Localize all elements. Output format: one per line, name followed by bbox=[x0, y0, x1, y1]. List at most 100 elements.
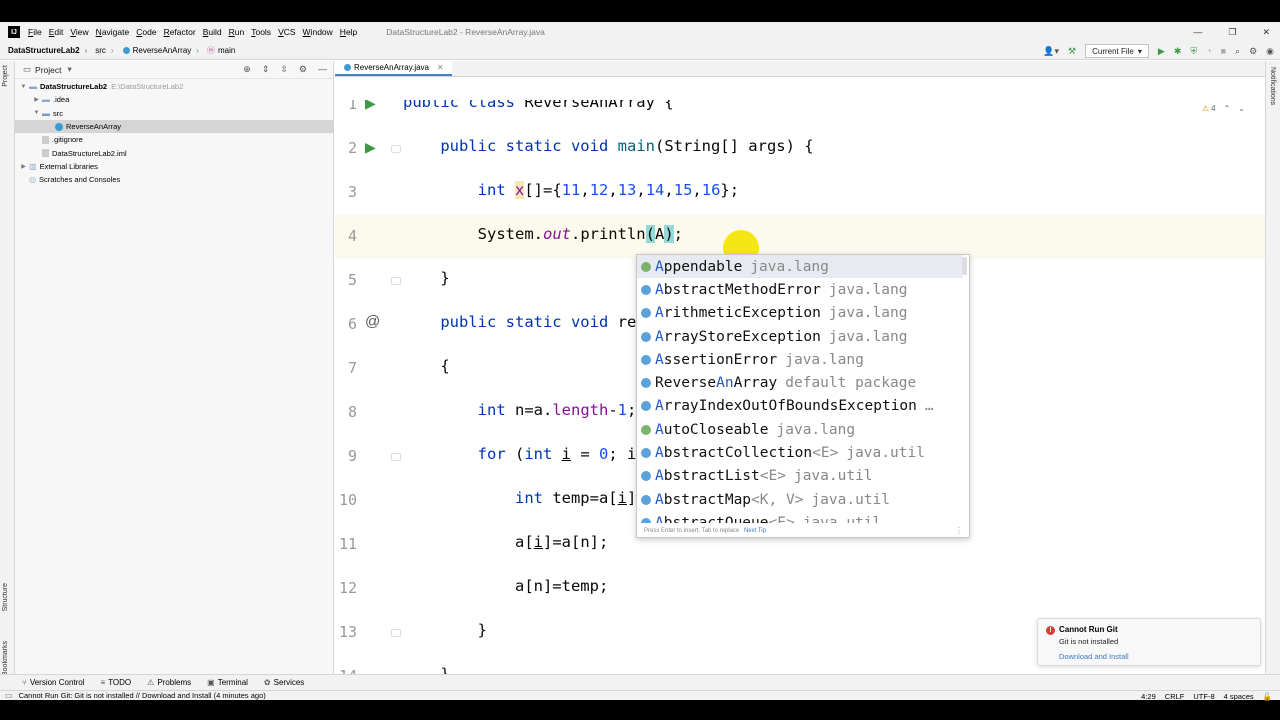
breadcrumb-method[interactable]: ⓜ main bbox=[207, 45, 235, 56]
restore-icon[interactable]: ❐ bbox=[1228, 27, 1236, 38]
code-text: } bbox=[403, 269, 450, 287]
close-icon[interactable]: ✕ bbox=[437, 63, 444, 72]
tool-window-button[interactable]: ⑂ Version Control bbox=[22, 678, 85, 687]
line-separator[interactable]: CRLF bbox=[1165, 692, 1185, 701]
menu-item[interactable]: Run bbox=[229, 27, 245, 37]
menu-item[interactable]: Navigate bbox=[96, 27, 130, 37]
user-icon[interactable]: 👤▾ bbox=[1043, 46, 1059, 57]
collapsed-arrow-icon[interactable]: ▶ bbox=[32, 96, 41, 103]
collapse-all-icon[interactable]: ⇳ bbox=[280, 64, 288, 75]
breadcrumb-file[interactable]: ReverseAnArray › bbox=[122, 46, 199, 55]
tool-window-button[interactable]: ≡ TODO bbox=[101, 678, 132, 687]
project-tool-tab[interactable]: Project bbox=[2, 65, 9, 87]
run-gutter-icon[interactable]: ▶ bbox=[365, 139, 376, 156]
tool-window-button[interactable]: ⚠ Problems bbox=[147, 678, 191, 687]
expand-all-icon[interactable]: ⇕ bbox=[262, 64, 270, 75]
status-message[interactable]: Cannot Run Git: Git is not installed // … bbox=[19, 691, 266, 700]
expanded-arrow-icon[interactable]: ▼ bbox=[19, 84, 28, 90]
project-panel-title[interactable]: Project bbox=[35, 65, 61, 75]
completion-item[interactable]: ArithmeticException java.lang bbox=[637, 302, 963, 325]
notifications-tool-tab[interactable]: Notifications bbox=[1269, 67, 1276, 105]
menu-item[interactable]: Tools bbox=[251, 27, 271, 37]
run-configuration-dropdown[interactable]: Current File ▾ bbox=[1085, 44, 1149, 58]
completion-item[interactable]: ArrayStoreException java.lang bbox=[637, 325, 963, 348]
menu-item[interactable]: VCS bbox=[278, 27, 295, 37]
menu-item[interactable]: Help bbox=[340, 27, 357, 37]
indent-setting[interactable]: 4 spaces bbox=[1224, 692, 1254, 701]
hide-icon[interactable]: — bbox=[318, 64, 327, 75]
completion-item[interactable]: AssertionError java.lang bbox=[637, 348, 963, 371]
lock-icon[interactable]: 🔓 bbox=[1263, 692, 1272, 701]
completion-item[interactable]: AbstractList <E> java.util bbox=[637, 465, 963, 488]
tool-window-label: TODO bbox=[108, 678, 132, 687]
completion-item[interactable]: AbstractMap <K, V> java.util bbox=[637, 488, 963, 511]
completion-item[interactable]: ReverseAn Array default package bbox=[637, 371, 963, 394]
tree-item[interactable]: .gitignore bbox=[15, 133, 333, 146]
menu-item[interactable]: Code bbox=[136, 27, 156, 37]
fold-icon[interactable] bbox=[391, 629, 401, 637]
bookmarks-tool-tab[interactable]: Bookmarks bbox=[2, 641, 9, 676]
fold-icon[interactable] bbox=[391, 453, 401, 461]
completion-item[interactable]: ArrayIndexOutOfBoundsException… bbox=[637, 395, 963, 418]
gear-icon[interactable]: ⚙ bbox=[1249, 46, 1257, 57]
tree-item[interactable]: DataStructureLab2.iml bbox=[15, 146, 333, 159]
tree-item[interactable]: ▼ ▬ DataStructureLab2 E:\DataStructureLab2 bbox=[15, 80, 333, 93]
build-hammer-icon[interactable]: ⚒ bbox=[1068, 46, 1076, 57]
file-encoding[interactable]: UTF-8 bbox=[1193, 692, 1214, 701]
run-icon[interactable]: ▶ bbox=[1158, 46, 1165, 57]
collapsed-arrow-icon[interactable]: ▶ bbox=[19, 163, 28, 170]
breadcrumb-folder[interactable]: src › bbox=[95, 46, 113, 55]
next-tip-link[interactable]: Next Tip bbox=[744, 528, 766, 534]
stop-icon[interactable]: ■ bbox=[1221, 46, 1226, 56]
intellij-logo-icon[interactable]: IJ bbox=[8, 26, 20, 38]
tree-item-label: .gitignore bbox=[52, 135, 83, 145]
completion-item[interactable]: AbstractCollection <E> java.util bbox=[637, 441, 963, 464]
tree-item[interactable]: ▶ ▬ .idea bbox=[15, 93, 333, 106]
debug-icon[interactable]: ✱ bbox=[1174, 46, 1182, 57]
menu-item[interactable]: Edit bbox=[49, 27, 64, 37]
completion-item[interactable]: AbstractQueue <E> java.util bbox=[637, 511, 963, 523]
gear-icon[interactable]: ⚙ bbox=[299, 64, 307, 75]
more-options-icon[interactable]: ⋮ bbox=[955, 526, 963, 535]
expanded-arrow-icon[interactable]: ▼ bbox=[32, 110, 41, 116]
coverage-icon[interactable]: ⛨ bbox=[1190, 46, 1197, 57]
tree-item[interactable]: ▼ ▬ src bbox=[15, 107, 333, 120]
completion-item[interactable]: AutoCloseable java.lang bbox=[637, 418, 963, 441]
menu-item[interactable]: File bbox=[28, 27, 42, 37]
tree-item[interactable]: ◎ Scratches and Consoles bbox=[15, 173, 333, 186]
completion-scrollbar[interactable] bbox=[962, 257, 967, 275]
close-window-icon[interactable]: ✕ bbox=[1262, 27, 1270, 38]
menu-item[interactable]: Window bbox=[303, 27, 333, 37]
completion-item[interactable]: Appendable java.lang bbox=[637, 255, 963, 279]
tool-window-button[interactable]: ▣ Terminal bbox=[207, 678, 248, 687]
structure-tool-tab[interactable]: Structure bbox=[2, 583, 9, 611]
menu-item[interactable]: Refactor bbox=[164, 27, 196, 37]
profiler-icon[interactable]: ◔ bbox=[1206, 46, 1211, 56]
menu-item[interactable]: Build bbox=[203, 27, 222, 37]
code-text: a[i]=a[n]; bbox=[403, 533, 609, 551]
search-icon[interactable]: ⌕ bbox=[1235, 46, 1240, 57]
code-completion-popup[interactable]: Appendable java.lang AbstractMethodError ja… bbox=[636, 254, 970, 538]
chevron-down-icon[interactable]: ▾ bbox=[68, 64, 72, 75]
editor-tab[interactable]: ReverseAnArray.java ✕ bbox=[335, 60, 452, 76]
fold-icon[interactable] bbox=[391, 277, 401, 285]
download-install-link[interactable]: Download and Install bbox=[1059, 652, 1129, 661]
jetbrains-icon[interactable]: ◉ bbox=[1266, 46, 1274, 57]
caret-position[interactable]: 4:29 bbox=[1141, 692, 1156, 701]
fold-icon[interactable] bbox=[391, 145, 401, 153]
minimize-icon[interactable]: — bbox=[1193, 27, 1202, 37]
locate-file-icon[interactable]: ⊕ bbox=[243, 64, 251, 75]
tree-item[interactable]: ReverseAnArray bbox=[15, 119, 333, 134]
class-icon bbox=[641, 494, 651, 505]
annotation-gutter-icon[interactable]: @ bbox=[365, 313, 380, 330]
class-icon bbox=[641, 331, 651, 342]
menu-item[interactable]: View bbox=[70, 27, 88, 37]
completion-item[interactable]: AbstractMethodError java.lang bbox=[637, 278, 963, 301]
tree-item[interactable]: ▶ ▥ External Libraries bbox=[15, 160, 333, 173]
run-gutter-icon[interactable]: ▶ bbox=[365, 100, 376, 112]
completion-type-params: <K, V> bbox=[751, 491, 804, 508]
tool-window-button[interactable]: ✿ Services bbox=[264, 678, 304, 687]
project-panel-tools: ⊕ ⇕ ⇳ ⚙ — bbox=[243, 64, 327, 75]
list-icon: ≡ bbox=[100, 678, 106, 687]
breadcrumb-project[interactable]: DataStructureLab2 › bbox=[8, 46, 87, 55]
